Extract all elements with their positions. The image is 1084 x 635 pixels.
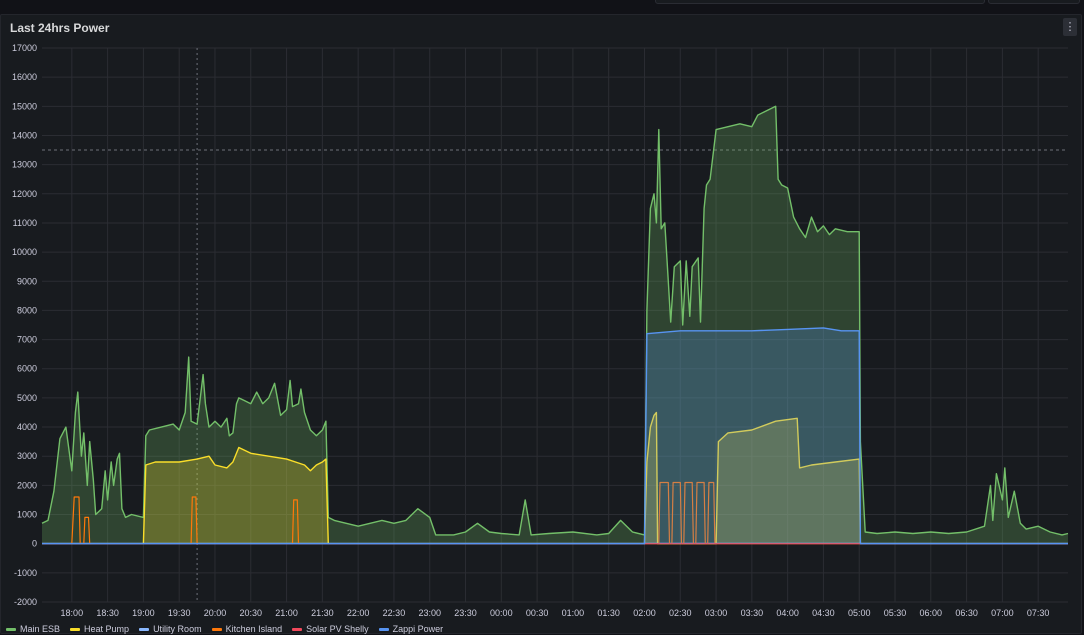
- x-tick-label: 06:00: [920, 608, 943, 618]
- y-tick-label: 7000: [17, 335, 37, 345]
- y-tick-label: 17000: [12, 43, 37, 53]
- legend-label: Utility Room: [153, 624, 202, 634]
- x-tick-label: 19:00: [132, 608, 155, 618]
- x-tick-label: 20:30: [240, 608, 263, 618]
- legend-item-utility-room[interactable]: Utility Room: [139, 623, 202, 635]
- legend-item-kitchen-island[interactable]: Kitchen Island: [211, 623, 283, 635]
- x-axis: 18:00 18:30 19:00 19:30 20:00 20:30 21:00 21:30…: [61, 608, 1050, 618]
- x-tick-label: 18:30: [96, 608, 119, 618]
- x-tick-label: 20:00: [204, 608, 227, 618]
- legend-swatch: [378, 627, 389, 631]
- y-tick-label: -2000: [14, 597, 37, 607]
- y-tick-label: 14000: [12, 130, 37, 140]
- series-layer: [41, 105, 1069, 545]
- legend-swatch: [139, 627, 150, 631]
- x-tick-label: 06:30: [955, 608, 978, 618]
- x-tick-label: 19:30: [168, 608, 191, 618]
- y-tick-label: 10000: [12, 247, 37, 257]
- legend-swatch: [211, 627, 222, 631]
- x-tick-label: 07:30: [1027, 608, 1050, 618]
- x-tick-label: 04:30: [812, 608, 835, 618]
- x-tick-label: 21:00: [275, 608, 298, 618]
- y-tick-label: 13000: [12, 160, 37, 170]
- legend-swatch: [6, 627, 16, 631]
- x-tick-label: 22:00: [347, 608, 370, 618]
- x-tick-label: 00:30: [526, 608, 549, 618]
- y-tick-label: 4000: [17, 422, 37, 432]
- x-tick-label: 01:00: [562, 608, 585, 618]
- x-tick-label: 04:00: [776, 608, 799, 618]
- x-tick-label: 01:30: [597, 608, 620, 618]
- chart-legend: Main ESB Heat Pump Utility Room Kitchen Isl…: [6, 623, 443, 635]
- x-tick-label: 02:30: [669, 608, 692, 618]
- x-tick-label: 18:00: [61, 608, 84, 618]
- y-tick-label: 5000: [17, 393, 37, 403]
- y-tick-label: 3000: [17, 451, 37, 461]
- legend-label: Main ESB: [20, 624, 61, 634]
- x-tick-label: 22:30: [383, 608, 406, 618]
- power-chart: -2000 -1000 0 1000 2000 3000 4000 5000 6000 7000 8…: [12, 43, 1069, 618]
- y-tick-label: 16000: [12, 72, 37, 82]
- x-tick-label: 02:00: [633, 608, 656, 618]
- x-tick-label: 07:00: [991, 608, 1014, 618]
- y-tick-label: 8000: [17, 305, 37, 315]
- y-tick-label: 12000: [12, 189, 37, 199]
- legend-item-zappi-power[interactable]: Zappi Power: [378, 623, 444, 635]
- legend-item-solar-pv-shelly[interactable]: Solar PV Shelly: [292, 623, 369, 635]
- x-tick-label: 05:00: [848, 608, 871, 618]
- y-axis: -2000 -1000 0 1000 2000 3000 4000 5000 6000 7000 8…: [12, 43, 37, 607]
- legend-item-main-esb[interactable]: Main ESB: [6, 623, 60, 635]
- y-tick-label: 1000: [17, 510, 37, 520]
- y-tick-label: 11000: [13, 218, 37, 228]
- y-tick-label: 9000: [17, 276, 37, 286]
- legend-item-heat-pump[interactable]: Heat Pump: [70, 623, 129, 635]
- x-tick-label: 03:30: [741, 608, 764, 618]
- x-tick-label: 03:00: [705, 608, 728, 618]
- x-tick-label: 23:00: [418, 608, 441, 618]
- legend-label: Zappi Power: [392, 624, 444, 634]
- legend-label: Kitchen Island: [225, 624, 283, 634]
- y-tick-label: 0: [32, 539, 37, 549]
- x-tick-label: 21:30: [311, 608, 334, 618]
- x-tick-label: 00:00: [490, 608, 513, 618]
- x-tick-label: 23:30: [454, 608, 477, 618]
- legend-swatch: [292, 627, 303, 631]
- y-tick-label: 2000: [17, 480, 37, 490]
- x-tick-label: 05:30: [884, 608, 907, 618]
- y-tick-label: 6000: [17, 364, 37, 374]
- y-tick-label: 15000: [12, 101, 37, 111]
- y-tick-label: -1000: [14, 568, 37, 578]
- legend-label: Solar PV Shelly: [306, 624, 369, 634]
- legend-label: Heat Pump: [84, 624, 130, 634]
- legend-swatch: [70, 627, 81, 631]
